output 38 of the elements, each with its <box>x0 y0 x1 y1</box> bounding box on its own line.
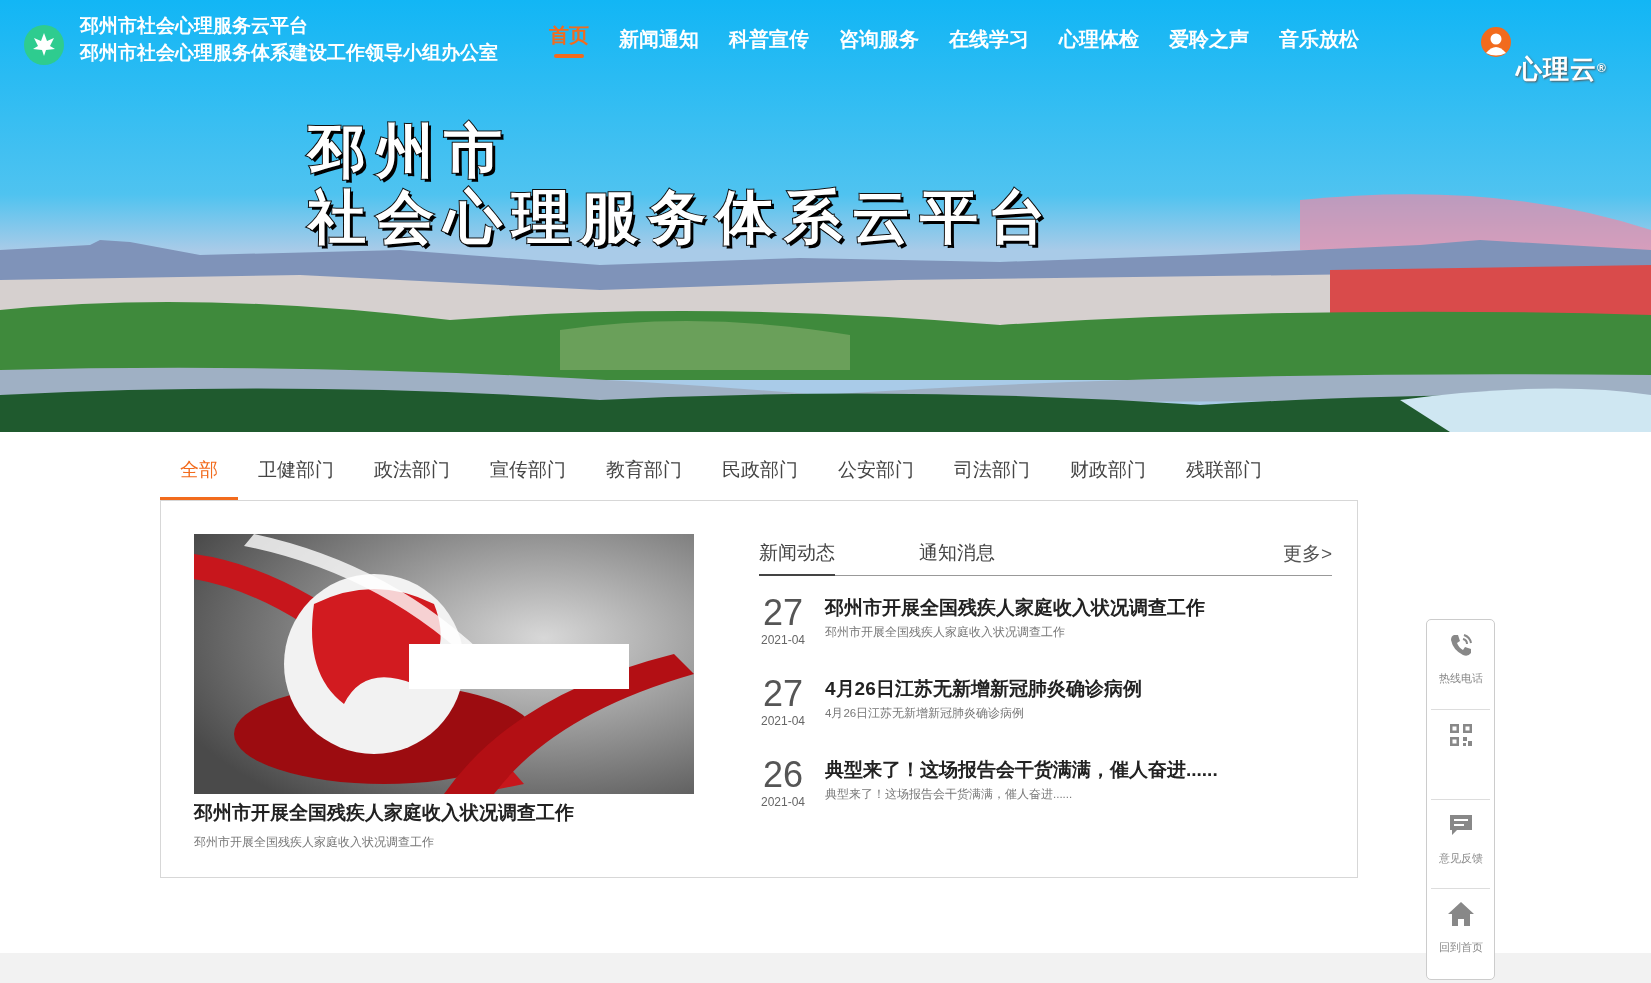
side-button[interactable]: 意见反馈 <box>1431 799 1490 890</box>
featured-news-title[interactable]: 邳州市开展全国残疾人家庭收入状况调查工作 <box>194 798 694 827</box>
qr-code-icon <box>1447 721 1474 748</box>
news-day: 26 <box>759 756 807 793</box>
department-tab[interactable]: 教育部门 <box>586 446 702 500</box>
more-link[interactable]: 更多> <box>1282 540 1332 575</box>
news-title[interactable]: 邳州市开展全国残疾人家庭收入状况调查工作 <box>825 594 1205 621</box>
brand-logo: 心理云$^{®}$ <box>1516 53 1607 86</box>
news-title[interactable]: 4月26日江苏无新增新冠肺炎确诊病例 <box>825 675 1142 702</box>
department-tab[interactable]: 司法部门 <box>934 446 1050 500</box>
news-month: 2021-04 <box>759 793 806 811</box>
news-summary: 典型来了！这场报告会干货满满，催人奋进...... <box>825 786 1074 802</box>
department-tab[interactable]: 公安部门 <box>818 446 934 500</box>
news-summary: 邳州市开展全国残疾人家庭收入状况调查工作 <box>825 624 1066 640</box>
news-day: 27 <box>759 594 807 631</box>
news-month: 2021-04 <box>759 712 806 730</box>
department-tab[interactable]: 宣传部门 <box>470 446 586 500</box>
news-month: 2021-04 <box>759 631 806 649</box>
news-summary: 4月26日江苏无新增新冠肺炎确诊病例 <box>825 705 1026 721</box>
news-title[interactable]: 典型来了！这场报告会干货满满，催人奋进...... <box>825 756 1218 783</box>
leaf-logo-icon <box>24 25 64 65</box>
site-title: 邳州市社会心理服务云平台 <box>80 14 309 38</box>
home-icon <box>1447 901 1474 928</box>
site-subtitle: 邳州市社会心理服务体系建设工作领导小组办公室 <box>80 41 498 65</box>
news-tab[interactable]: 新闻动态 <box>759 539 835 576</box>
department-tab[interactable]: 政法部门 <box>354 446 470 500</box>
department-tab[interactable]: 卫健部门 <box>238 446 354 500</box>
news-tab[interactable]: 通知消息 <box>919 539 995 576</box>
department-tab[interactable]: 残联部门 <box>1166 446 1282 500</box>
side-button[interactable]: 回到首页 <box>1431 889 1490 979</box>
department-tab[interactable]: 财政部门 <box>1050 446 1166 500</box>
avatar-icon[interactable] <box>1481 27 1511 57</box>
department-tab[interactable]: 民政部门 <box>702 446 818 500</box>
banner-title: 邳州市 <box>308 118 513 184</box>
news-day: 27 <box>759 675 807 712</box>
side-button[interactable]: 热线电话 <box>1431 620 1490 710</box>
featured-news-summary: 邳州市开展全国残疾人家庭收入状况调查工作 <box>194 834 435 851</box>
banner-title: 社会心理服务体系云平台 <box>308 184 1056 250</box>
